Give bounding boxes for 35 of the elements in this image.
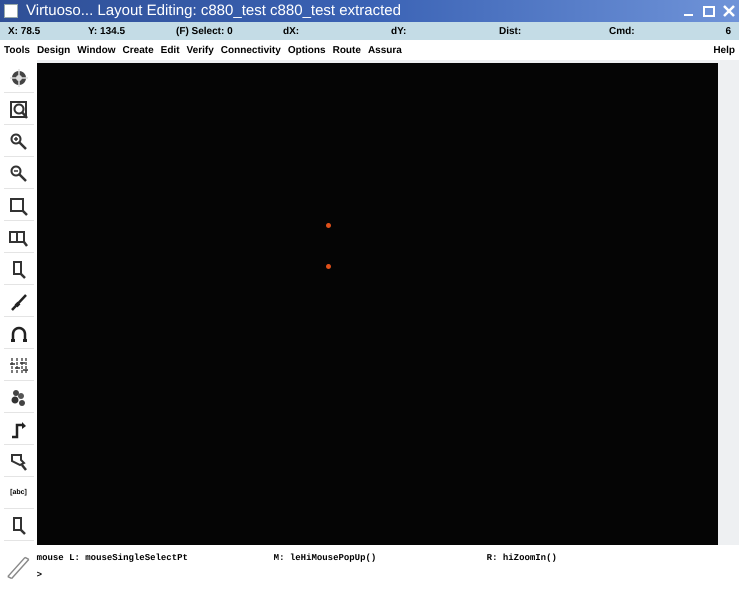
sliders-icon xyxy=(8,356,28,376)
coordinate-readout: dX: xyxy=(283,24,300,38)
coordinate-readout: dY: xyxy=(391,24,408,38)
count-readout: 6 xyxy=(725,24,731,38)
menu-item[interactable]: Tools xyxy=(4,42,30,58)
polygon-icon xyxy=(8,452,28,472)
coordinate-readout: X: 78.5 xyxy=(8,24,42,38)
coordinate-readout: Cmd: xyxy=(609,24,636,38)
menu-item[interactable]: Options xyxy=(288,42,326,58)
zoom-fit-icon xyxy=(8,100,28,120)
menu-item[interactable]: Verify xyxy=(186,42,214,58)
menu-item[interactable]: Connectivity xyxy=(220,42,281,58)
menu-item[interactable]: Window xyxy=(77,42,116,58)
menu-item[interactable]: Route xyxy=(332,42,361,58)
menu-item[interactable]: Create xyxy=(122,42,154,58)
menu-item[interactable]: Design xyxy=(36,42,70,58)
coordinate-readout: (F) Select: 0 xyxy=(176,24,234,38)
menu-item[interactable]: Edit xyxy=(160,42,180,58)
coordinate-readout: Y: 134.5 xyxy=(88,24,126,38)
zoom-out-icon xyxy=(8,164,28,184)
mouse-middle-binding: M: leHiMousePopUp() xyxy=(274,552,378,565)
close-icon[interactable] xyxy=(723,5,735,17)
menu-item[interactable]: Assura xyxy=(368,42,402,58)
mouse-left-binding: mouse L: mouseSingleSelectPt xyxy=(36,552,189,565)
help-menu[interactable]: Help xyxy=(713,42,735,58)
mouse-right-binding: R: hiZoomIn() xyxy=(486,552,557,565)
coordinate-readout: Dist: xyxy=(499,24,522,38)
window-icon xyxy=(4,4,18,18)
maximize-button[interactable] xyxy=(703,6,715,16)
rectangle-icon xyxy=(8,196,28,216)
slash-icon xyxy=(8,292,28,312)
zoom-in-icon xyxy=(8,132,28,152)
target-icon xyxy=(8,68,28,88)
window-title: Virtuoso... Layout Editing: c880_test c880_test extracted xyxy=(26,0,401,21)
command-prompt: > xyxy=(36,568,42,582)
